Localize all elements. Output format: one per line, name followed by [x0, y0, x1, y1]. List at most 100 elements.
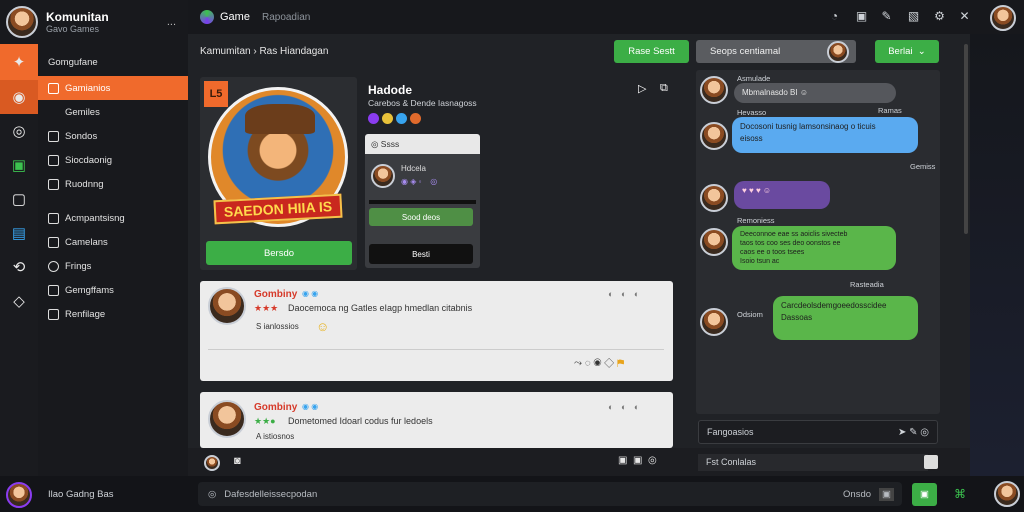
chat-avatar: [700, 76, 728, 104]
notification-icon[interactable]: ⌘: [954, 487, 966, 501]
chat-input-placeholder: Fangoasios: [707, 427, 754, 437]
message-input[interactable]: ◎ Dafesdelleissecpodan Onsdo ▣: [198, 482, 902, 506]
fire-icon[interactable]: ◉: [0, 80, 38, 114]
post-tool-icons[interactable]: ⤳ ◌ ◉ ◇ ⚑: [574, 358, 624, 369]
game-hero-card: L5 SAEDON HIIA IS Bersdo: [200, 77, 357, 270]
sidebar-item-2[interactable]: Gemiles: [38, 100, 188, 124]
chat-subtext: Dassoas: [781, 313, 813, 322]
community-avatar[interactable]: [6, 6, 38, 38]
blank-icon: [48, 107, 59, 118]
popup-green-button[interactable]: Sood deos: [369, 208, 473, 226]
filter-dropdown-label: Berlai: [888, 46, 913, 57]
popup-dark-button[interactable]: Besti: [369, 244, 473, 264]
footer-avatar[interactable]: [994, 481, 1020, 507]
chat-input[interactable]: Fangoasios ➤ ✎ ◎: [698, 420, 938, 444]
chat-avatar: [700, 228, 728, 256]
sidebar-item-10[interactable]: Renfilage: [38, 302, 188, 326]
play-icon[interactable]: ▷: [638, 82, 646, 95]
sidebar-item-8[interactable]: Frings: [38, 254, 188, 278]
send-icon[interactable]: ➤ ✎ ◎: [898, 427, 929, 438]
sidebar-item-1[interactable]: Gamianios: [38, 76, 188, 100]
post-subtext: S ianlossios: [256, 322, 299, 331]
chat-bubble: Carcdeolsdemgoeedosscidee Dassoas: [773, 296, 918, 340]
badge-icon: [368, 113, 379, 124]
rating-stars: ★★●: [254, 416, 276, 426]
sound-icon: [48, 130, 59, 142]
filter-dropdown[interactable]: Berlai ⌄: [875, 40, 939, 63]
chat-emoji-icon: ☺: [799, 88, 808, 97]
message-icon[interactable]: ◇: [0, 284, 38, 318]
sidebar-item-7[interactable]: Camelans: [38, 230, 188, 254]
sidebar-item-0[interactable]: Gomgufane: [38, 50, 188, 74]
chat-bubble: Mbmalnasdo BI ☺: [734, 83, 896, 103]
current-user-name: Ilao Gadng Bas: [48, 489, 114, 500]
games-icon[interactable]: ✦: [0, 44, 38, 80]
user-avatar[interactable]: [990, 5, 1016, 31]
badge-icon: [382, 113, 393, 124]
ranking-icon: [48, 178, 59, 190]
chat-text: Carcdeolsdemgoeedosscidee: [781, 301, 887, 310]
document-icon[interactable]: ▢: [0, 182, 38, 216]
chart-icon[interactable]: ▣: [0, 148, 38, 182]
top-bar-subtitle: Rapoadian: [261, 11, 311, 23]
badge-icon: [410, 113, 421, 124]
chat-panel: Asmulade Mbmalnasdo BI ☺ Hevasso Ramas D…: [696, 70, 940, 414]
sidebar-item-label: Gamianios: [65, 82, 111, 94]
store-icon[interactable]: ▣: [855, 10, 868, 23]
clock-icon[interactable]: ◔: [828, 10, 841, 23]
popup-icon: ◎: [371, 138, 381, 149]
sidebar-item-5[interactable]: Ruodnng: [38, 172, 188, 196]
primary-button[interactable]: Rase Sestt: [614, 40, 689, 63]
sidebar-item-6[interactable]: Acmpantsisng: [38, 206, 188, 230]
target-icon[interactable]: ◎: [0, 114, 38, 148]
profile-name: Hadode: [368, 83, 413, 97]
hat-shape: [245, 104, 315, 134]
share-icon[interactable]: ⟲: [0, 250, 38, 284]
settings-icon[interactable]: ⚙: [933, 10, 946, 23]
toolbar-action-icon[interactable]: [924, 455, 938, 469]
scrollbar[interactable]: [964, 44, 968, 234]
sidebar-item-4[interactable]: Siocdaonig: [38, 148, 188, 172]
emoji-icon[interactable]: ▣: [879, 487, 894, 501]
popup-icons: ◉ ◈ ◦ ◎: [401, 177, 438, 186]
chat-text: Deeconnoe eae ss aoiclis sivecteb taos t…: [740, 231, 848, 256]
profile-stats: Carebos & Dende Iasnagoss: [368, 98, 477, 108]
hero-cta-button[interactable]: Bersdo: [206, 241, 352, 265]
post-subtext: A istiosnos: [256, 432, 295, 441]
calendar-icon[interactable]: ▤: [0, 216, 38, 250]
breadcrumb: Kamumitan › Ras Hiandagan: [200, 46, 329, 57]
post-actions[interactable]: ◐ ◐ ◐: [608, 402, 639, 412]
chat-label: Hevasso: [737, 108, 767, 117]
post-text: Dometomed Idoarl codus fur ledoels: [288, 416, 433, 426]
chat-time: Ramas: [878, 106, 902, 115]
current-user-avatar[interactable]: [6, 482, 32, 508]
toolbar-icons[interactable]: ▣ ▣ ◎: [618, 455, 657, 466]
chat-avatar: [700, 308, 728, 336]
post-card: Gombiny ◉ ◉ ★★● Dometomed Idoarl codus f…: [200, 392, 673, 448]
chat-label: Odsiom: [737, 310, 763, 319]
attach-icon[interactable]: ◙: [234, 455, 241, 467]
chat-subtext: Isoio tsun ac: [740, 258, 780, 265]
toolbar-avatar[interactable]: [204, 455, 220, 471]
share-icon[interactable]: ⧉: [660, 82, 668, 95]
message-input-placeholder: Dafesdelleissecpodan: [224, 488, 318, 500]
achievement-icon: [48, 212, 59, 224]
post-actions[interactable]: ◐ ◐ ◐: [608, 289, 639, 299]
post-divider: [208, 349, 664, 350]
tools-icon[interactable]: ✎: [880, 10, 893, 23]
search-icon: ◎: [208, 488, 217, 500]
post-card: Gombiny ◉ ◉ ★★★ Daocemoca ng Gatles eIag…: [200, 281, 673, 381]
search-avatar[interactable]: [827, 41, 849, 63]
sidebar-item-label: Gemgffams: [65, 284, 114, 296]
toolbar-input[interactable]: Fst Conlalas: [698, 454, 928, 471]
send-button[interactable]: ▣: [912, 483, 937, 506]
bookmark-icon[interactable]: ▧: [907, 10, 920, 23]
post-avatar: [208, 400, 246, 438]
popup-user: Hdcela: [401, 164, 426, 173]
close-icon[interactable]: ✕: [958, 10, 971, 23]
more-options-icon[interactable]: ...: [167, 16, 176, 28]
sidebar-item-9[interactable]: Gemgffams: [38, 278, 188, 302]
community-header: Komunitan Gavo Games ...: [0, 0, 188, 44]
post-avatar: [208, 287, 246, 325]
sidebar-item-3[interactable]: Sondos: [38, 124, 188, 148]
